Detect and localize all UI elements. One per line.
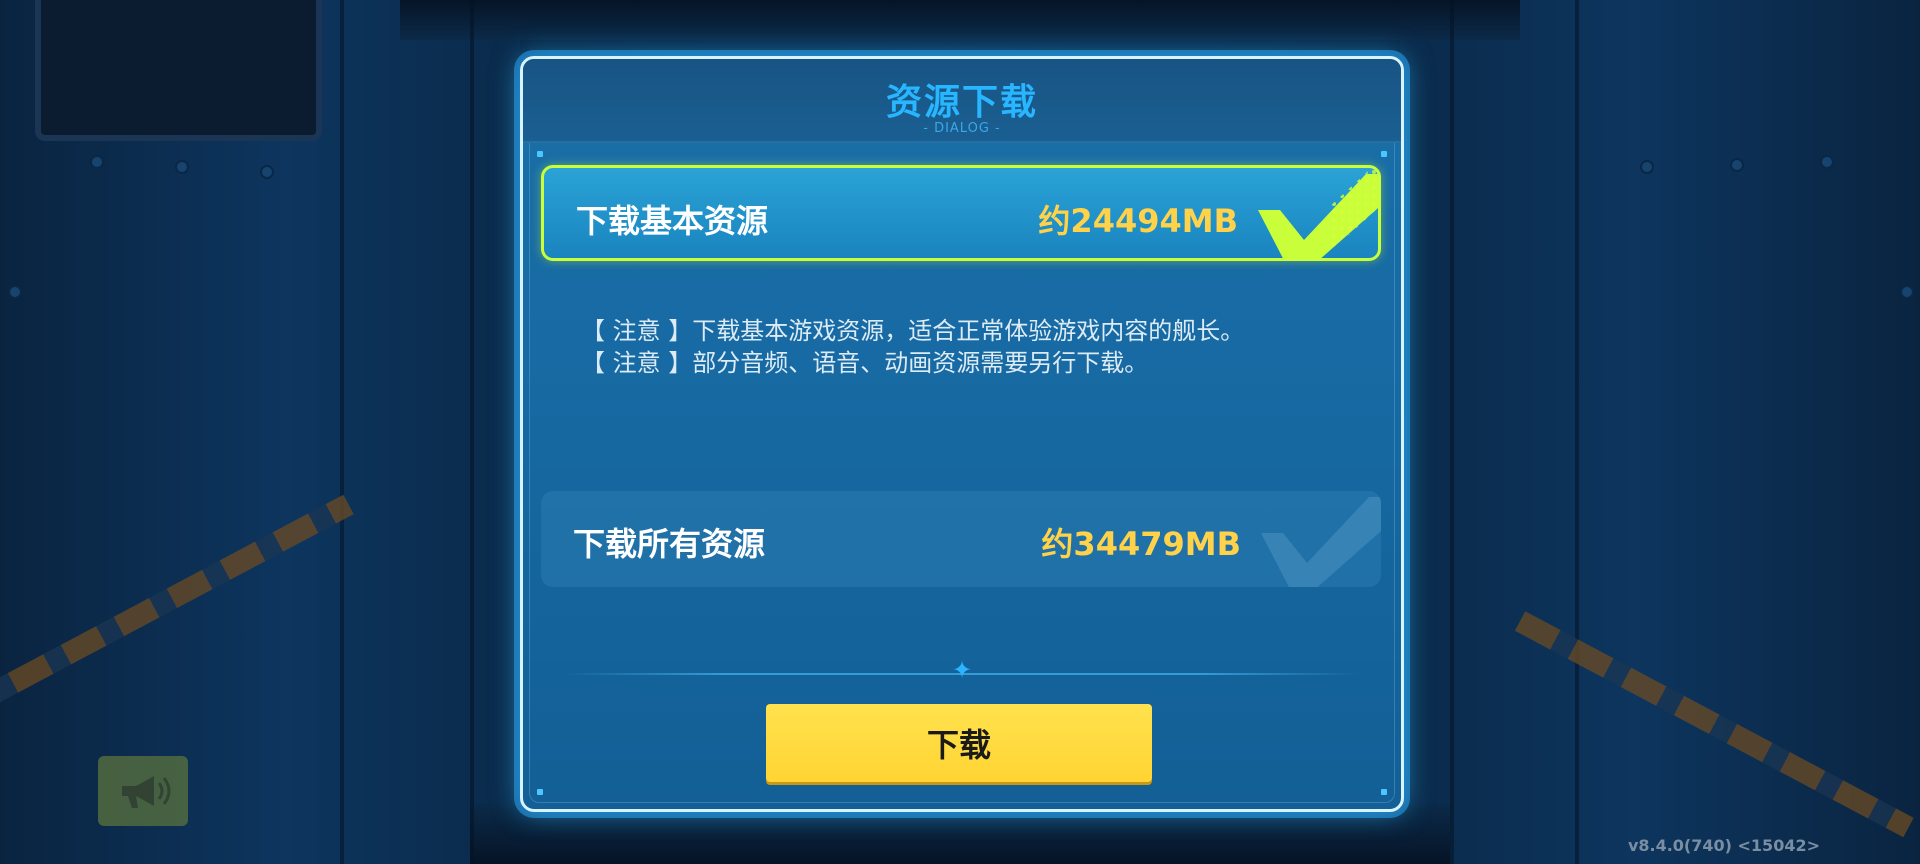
rivet — [90, 155, 104, 169]
wall-seam — [340, 0, 344, 864]
note-line: 【 注意 】下载基本游戏资源，适合正常体验游戏内容的舰长。 — [581, 317, 1245, 345]
corridor-floor — [470, 804, 1450, 864]
checkmark-icon — [1258, 168, 1378, 258]
rivet — [1730, 158, 1744, 172]
megaphone-icon — [122, 776, 171, 808]
checkmark-icon — [1261, 497, 1381, 587]
wall-seam — [470, 0, 474, 864]
rivet — [1640, 160, 1654, 174]
note-line: 【 注意 】部分音频、语音、动画资源需要另行下载。 — [581, 349, 1149, 377]
dialog-header: 资源下载 - DIALOG - — [523, 59, 1401, 143]
corridor-ceiling — [400, 0, 1520, 40]
rivet — [1900, 285, 1914, 299]
version-label: v8.4.0(740) <15042> — [1627, 836, 1820, 855]
rivet — [175, 160, 189, 174]
wall-seam — [1575, 0, 1579, 864]
option-size: 约24494MB — [1038, 202, 1238, 240]
corner-dot — [537, 151, 543, 157]
option-label: 下载基本资源 — [576, 202, 769, 240]
game-scene: 资源下载 - DIALOG - 下载基本资源 约24494MB 【 注意 】下载… — [0, 0, 1920, 864]
corridor-wall-right — [1400, 0, 1920, 864]
wall-seam — [1450, 0, 1454, 864]
announcement-button[interactable] — [98, 756, 188, 826]
option-all-resources[interactable]: 下载所有资源 约34479MB — [541, 491, 1381, 587]
download-button[interactable]: 下载 — [766, 704, 1152, 782]
notes-text: 【 注意 】下载基本游戏资源，适合正常体验游戏内容的舰长。 【 注意 】部分音频… — [581, 315, 1361, 379]
rivet — [260, 165, 274, 179]
corner-dot — [1381, 789, 1387, 795]
rivet — [1820, 155, 1834, 169]
option-basic-resources[interactable]: 下载基本资源 约24494MB — [541, 165, 1381, 261]
rivet — [8, 285, 22, 299]
sparkle-icon: ✦ — [951, 656, 973, 684]
option-size: 约34479MB — [1041, 525, 1241, 563]
option-label: 下载所有资源 — [573, 525, 766, 563]
corner-dot — [1381, 151, 1387, 157]
corner-dot — [537, 789, 543, 795]
resource-download-dialog: 资源下载 - DIALOG - 下载基本资源 约24494MB 【 注意 】下载… — [520, 56, 1404, 812]
wall-monitor — [35, 0, 322, 141]
dialog-title: 资源下载 — [885, 82, 1038, 123]
dialog-subtitle: - DIALOG - — [923, 121, 1001, 136]
